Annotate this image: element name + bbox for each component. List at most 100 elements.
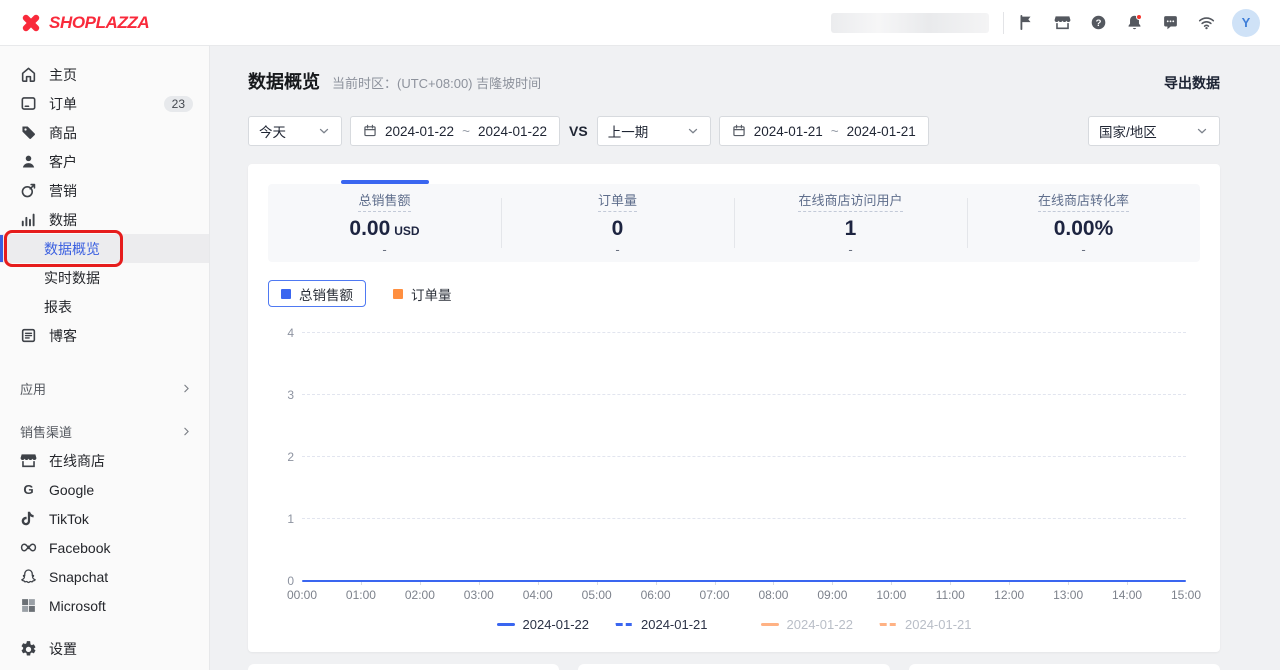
sidebar-item-snapchat[interactable]: Snapchat: [0, 562, 209, 591]
period-select[interactable]: 今天: [248, 116, 342, 146]
x-axis-tick-label: 14:00: [1112, 588, 1142, 602]
sidebar-item-tiktok[interactable]: TikTok: [0, 504, 209, 533]
sidebar-item-google[interactable]: GGoogle: [0, 475, 209, 504]
topbar-store-button[interactable]: [1044, 6, 1080, 40]
x-axis-tick-label: 15:00: [1171, 588, 1201, 602]
sidebar-item-settings[interactable]: 设置: [0, 634, 209, 663]
date-range-primary[interactable]: 2024-01-22 ~ 2024-01-22: [350, 116, 560, 146]
range-separator: ~: [462, 124, 470, 139]
brand-name: SHOPLAZZA: [49, 13, 149, 33]
stat-order-count[interactable]: 订单量 0-: [501, 184, 734, 262]
stat-store-visitors[interactable]: 在线商店访问用户1-: [734, 184, 967, 262]
sidebar-item-orders[interactable]: 订单 23: [0, 89, 209, 118]
x-axis-tick-label: 04:00: [523, 588, 553, 602]
sidebar-item-label: 营销: [49, 181, 193, 201]
compare-select[interactable]: 上一期: [597, 116, 711, 146]
export-data-button[interactable]: 导出数据: [1164, 73, 1220, 93]
stat-delta: -: [615, 242, 619, 257]
date-range-compare[interactable]: 2024-01-21 ~ 2024-01-21: [719, 116, 929, 146]
legend-dashed-line-swatch: [879, 623, 897, 626]
sidebar-item-microsoft[interactable]: Microsoft: [0, 591, 209, 620]
page-title: 数据概览: [248, 68, 320, 94]
sidebar-item-online-store[interactable]: 在线商店: [0, 446, 209, 475]
gridline: [302, 518, 1186, 519]
notification-dot: [1136, 14, 1142, 20]
stat-conversion-rate[interactable]: 在线商店转化率0.00%-: [967, 184, 1200, 262]
stat-total-sales[interactable]: 总销售额0.00USD-: [268, 184, 501, 262]
x-axis-tick-label: 01:00: [346, 588, 376, 602]
series-toggle-order-count[interactable]: 订单量: [380, 280, 465, 307]
sidebar-item-analytics[interactable]: 数据: [0, 205, 209, 234]
sidebar-group-apps[interactable]: 应用: [0, 374, 209, 403]
sidebar-item-label: Snapchat: [49, 569, 193, 585]
sidebar-item-customers[interactable]: 客户: [0, 147, 209, 176]
chart-plot-area: 0123400:0001:0002:0003:0004:0005:0006:00…: [302, 333, 1186, 581]
chart-legend: 2024-01-22 2024-01-21 2024-01-22 2024-01-21: [268, 617, 1200, 632]
sidebar-item-label: 客户: [49, 152, 193, 172]
tiktok-icon: [20, 510, 37, 527]
shoplazza-logo[interactable]: SHOPLAZZA: [20, 12, 149, 34]
sidebar-item-label: TikTok: [49, 511, 193, 527]
legend-label: 2024-01-21: [905, 617, 972, 632]
sidebar-item-marketing[interactable]: 营销: [0, 176, 209, 205]
legend-item-solid[interactable]: 2024-01-22: [497, 617, 590, 632]
sidebar-subitem-realtime-data[interactable]: 实时数据: [0, 263, 209, 292]
legend-item-dashed[interactable]: 2024-01-21: [615, 617, 708, 632]
main-content: 数据概览 当前时区：(UTC+08:00) 吉隆坡时间 导出数据 今天 2024…: [210, 46, 1280, 670]
sidebar-item-label: 数据概览: [44, 239, 100, 259]
sidebar-item-facebook[interactable]: Facebook: [0, 533, 209, 562]
sidebar-item-label: 博客: [49, 326, 193, 346]
sidebar-item-label: Facebook: [49, 540, 193, 556]
chevron-down-icon: [317, 124, 331, 138]
orders-count-badge: 23: [164, 96, 193, 112]
stat-delta: -: [848, 242, 852, 257]
topbar-network-button[interactable]: [1188, 6, 1224, 40]
timezone-label: 当前时区：(UTC+08:00) 吉隆坡时间: [332, 73, 541, 92]
legend-item-muted-solid[interactable]: 2024-01-22: [761, 617, 854, 632]
stat-value: 0.00%: [1054, 217, 1114, 241]
stat-label: 总销售额: [358, 190, 410, 212]
stat-label: 订单量: [598, 190, 637, 212]
sidebar-subitem-data-overview[interactable]: 数据概览: [0, 234, 209, 263]
legend-item-muted-dashed[interactable]: 2024-01-21: [879, 617, 972, 632]
stats-row: 总销售额0.00USD-订单量0-在线商店访问用户1-在线商店转化率0.00%-: [268, 184, 1200, 262]
sidebar-subitem-reports[interactable]: 报表: [0, 292, 209, 321]
topbar-notifications-button[interactable]: [1116, 6, 1152, 40]
series-toggle-label: 总销售额: [299, 284, 353, 304]
sidebar-item-home[interactable]: 主页: [0, 60, 209, 89]
help-icon: ?: [1090, 14, 1107, 31]
storefront-icon: [1054, 14, 1071, 31]
series-color-swatch: [281, 289, 291, 299]
range-start: 2024-01-22: [385, 124, 454, 139]
sidebar-item-label: 订单: [49, 94, 152, 114]
legend-solid-line-swatch: [497, 623, 515, 626]
sidebar-item-products[interactable]: 商品: [0, 118, 209, 147]
google-icon: G: [20, 481, 37, 498]
tag-icon: [20, 124, 37, 141]
series-toggle-total-sales[interactable]: 总销售额: [268, 280, 366, 307]
topbar-help-button[interactable]: ?: [1080, 6, 1116, 40]
range-end: 2024-01-22: [478, 124, 547, 139]
x-axis-tick-label: 09:00: [817, 588, 847, 602]
stat-value-number: 0.00: [349, 217, 390, 241]
meta-icon: [20, 539, 37, 556]
analytics-card: 总销售额0.00USD-订单量0-在线商店访问用户1-在线商店转化率0.00%-…: [248, 164, 1220, 652]
range-start: 2024-01-21: [754, 124, 823, 139]
stat-value: 0.00USD: [349, 217, 419, 241]
y-axis-tick-label: 4: [268, 326, 294, 340]
topbar-right: ? Y: [831, 6, 1260, 40]
region-select[interactable]: 国家/地区: [1088, 116, 1220, 146]
period-select-value: 今天: [259, 121, 286, 141]
topbar-messages-button[interactable]: [1152, 6, 1188, 40]
sidebar-item-blog[interactable]: 博客: [0, 321, 209, 350]
svg-text:?: ?: [1095, 18, 1101, 29]
bottom-card: [909, 664, 1220, 670]
stat-value-number: 0: [612, 217, 624, 241]
x-axis-tick-label: 07:00: [700, 588, 730, 602]
topbar-flag-button[interactable]: [1008, 6, 1044, 40]
filter-row: 今天 2024-01-22 ~ 2024-01-22 VS 上一期: [248, 116, 1220, 146]
sidebar-item-label: 数据: [49, 210, 193, 230]
sidebar-group-sales-channels[interactable]: 销售渠道: [0, 417, 209, 446]
user-avatar[interactable]: Y: [1232, 9, 1260, 37]
sidebar-item-label: 主页: [49, 65, 193, 85]
